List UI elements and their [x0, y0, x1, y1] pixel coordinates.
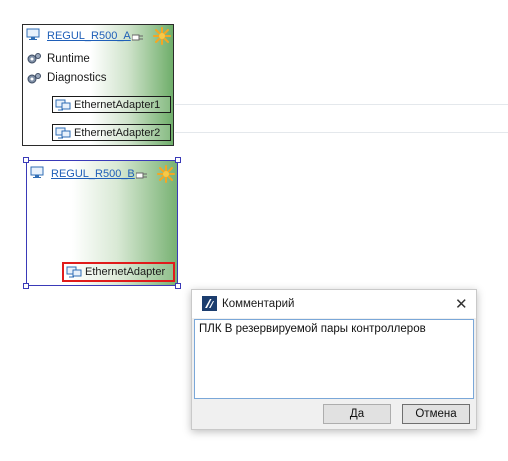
adapter-label: EthernetAdapter — [85, 266, 166, 278]
node-b-title[interactable]: REGUL_R500_B — [51, 168, 135, 180]
runtime-item[interactable]: Runtime — [47, 53, 90, 65]
computer-icon — [30, 166, 44, 182]
gear-icon — [26, 52, 42, 69]
comment-textarea[interactable]: ПЛК В резервируемой пары контроллеров — [194, 319, 474, 399]
gear-icon — [26, 72, 42, 89]
device-node-a[interactable]: REGUL_R500_A Runtime Diagnostics Etherne… — [22, 24, 174, 146]
computer-icon — [26, 28, 40, 44]
resize-handle-top-right[interactable] — [175, 157, 181, 163]
cancel-button[interactable]: Отмена — [402, 404, 470, 424]
connection-line — [175, 132, 508, 133]
resize-handle-top-left[interactable] — [23, 157, 29, 163]
resize-handle-bottom-left[interactable] — [23, 283, 29, 289]
network-adapter-icon — [55, 99, 71, 111]
connection-line — [175, 104, 508, 105]
adapter-label: EthernetAdapter1 — [74, 98, 161, 111]
network-adapter-icon — [55, 127, 71, 139]
star-icon — [157, 165, 175, 186]
close-icon[interactable]: ✕ — [455, 295, 468, 313]
app-logo-icon — [202, 296, 217, 314]
resize-handle-bottom-right[interactable] — [175, 283, 181, 289]
dialog-title: Комментарий — [222, 298, 295, 310]
adapter-label: EthernetAdapter2 — [74, 126, 161, 139]
star-icon — [153, 27, 171, 48]
ok-button[interactable]: Да — [323, 404, 391, 424]
plug-icon — [131, 31, 144, 45]
plug-icon — [135, 169, 148, 183]
diagnostics-item[interactable]: Diagnostics — [47, 72, 106, 84]
network-adapter-icon — [66, 266, 82, 278]
node-a-title[interactable]: REGUL_R500_A — [47, 30, 131, 42]
ethernet-adapter-2[interactable]: EthernetAdapter2 — [52, 124, 171, 141]
device-node-b[interactable]: REGUL_R500_B EthernetAdapter — [26, 160, 178, 286]
comment-dialog: Комментарий ✕ ПЛК В резервируемой пары к… — [191, 289, 477, 430]
dialog-titlebar[interactable]: Комментарий ✕ — [192, 290, 476, 318]
ethernet-adapter-1[interactable]: EthernetAdapter1 — [52, 96, 171, 113]
ethernet-adapter[interactable]: EthernetAdapter — [62, 262, 175, 282]
